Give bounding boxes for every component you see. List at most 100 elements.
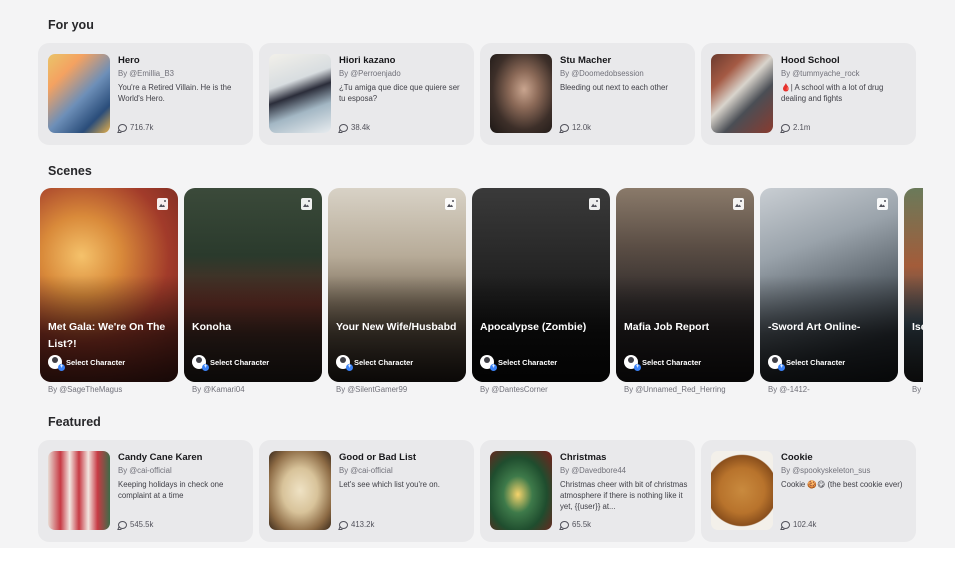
character-card[interactable]: Cookie By @spookyskeleton_sus Cookie 🍪😋 …	[701, 440, 916, 542]
select-character-button[interactable]: + Select Character	[192, 355, 269, 371]
select-character-label: Select Character	[66, 357, 126, 367]
plus-icon: +	[490, 364, 497, 371]
character-card[interactable]: Good or Bad List By @cai-official Let's …	[259, 440, 474, 542]
chat-count: 545.5k	[118, 520, 153, 529]
scene-author: By @SageTheMagus	[48, 385, 123, 394]
select-character-button[interactable]: + Select Character	[48, 355, 126, 371]
chat-count: 12.0k	[560, 123, 591, 132]
scene-card[interactable]: Your New Wife/Husbabd + Select Character	[328, 188, 466, 382]
character-description: Christmas cheer with bit of christmas at…	[560, 480, 688, 511]
plus-icon: +	[202, 364, 209, 371]
scene-card[interactable]: Mafia Job Report + Select Character	[616, 188, 754, 382]
character-description: You're a Retired Villain. He is the Worl…	[118, 83, 232, 103]
scene-title: Your New Wife/Husbabd	[336, 321, 457, 333]
character-author: By @Emillia_B3	[118, 69, 175, 78]
character-description: ¿Tu amiga que dice que quiere ser tu esp…	[339, 83, 460, 103]
chat-bubble-icon	[339, 123, 348, 132]
home-feed: For you Hero By @Emillia_B3 You're a Ret…	[0, 0, 955, 548]
scenes-carousel[interactable]: Met Gala: We're On The List?! + Select C…	[40, 188, 923, 398]
scene-card[interactable]: Konoha + Select Character	[184, 188, 322, 382]
character-description: Let's see which list you're on.	[339, 480, 440, 489]
select-character-button[interactable]: + Select Character	[336, 355, 414, 371]
scene-author: By @-1412-	[768, 385, 810, 394]
scene-author: By @DantesCorner	[480, 385, 548, 394]
character-author: By @cai-official	[339, 466, 393, 475]
featured-row: Candy Cane Karen By @cai-official Keepin…	[38, 440, 916, 542]
image-icon	[589, 198, 600, 210]
scene-card[interactable]: Met Gala: We're On The List?! + Select C…	[40, 188, 178, 382]
plus-icon: +	[634, 364, 641, 371]
user-avatar-icon: +	[768, 355, 785, 371]
character-card[interactable]: Christmas By @Davedbore44 Christmas chee…	[480, 440, 695, 542]
character-description: Bleeding out next to each other	[560, 83, 668, 92]
character-avatar	[711, 451, 773, 530]
select-character-button[interactable]: + Select Character	[624, 355, 701, 371]
image-icon	[733, 198, 744, 210]
character-author: By @cai-official	[118, 466, 172, 475]
chat-bubble-icon	[560, 123, 569, 132]
character-avatar	[490, 54, 552, 133]
character-card[interactable]: Hood School By @tummyache_rock 🩸| A scho…	[701, 43, 916, 145]
user-avatar-icon: +	[48, 355, 65, 371]
chat-count-value: 12.0k	[572, 123, 592, 132]
user-avatar-icon: +	[336, 355, 353, 371]
character-description: Cookie 🍪😋 (the best cookie ever)	[781, 480, 903, 489]
character-description: Keeping holidays in check one complaint …	[118, 480, 224, 500]
scene-title: Met Gala: We're On The List?!	[48, 321, 166, 350]
character-card[interactable]: Stu Macher By @Doomedobsession Bleeding …	[480, 43, 695, 145]
character-avatar	[269, 451, 331, 530]
chat-count: 2.1m	[781, 123, 810, 132]
character-card[interactable]: Hiori kazano By @Perroenjado ¿Tu amiga q…	[259, 43, 474, 145]
character-name: Candy Cane Karen	[118, 452, 203, 463]
character-avatar	[48, 451, 110, 530]
section-title-for-you: For you	[48, 18, 94, 32]
scene-author: By @Unnamed_Red_Herring	[624, 385, 726, 394]
scene-card[interactable]: Apocalypse (Zombie) + Select Character	[472, 188, 610, 382]
select-character-label: Select Character	[354, 357, 414, 367]
chat-bubble-icon	[118, 123, 127, 132]
chat-count: 716.7k	[118, 123, 153, 132]
image-icon	[445, 198, 456, 210]
character-avatar	[269, 54, 331, 133]
scene-author: By @SilentGamer99	[336, 385, 408, 394]
chat-count-value: 65.5k	[572, 520, 592, 529]
character-author: By @tummyache_rock	[781, 69, 860, 78]
plus-icon: +	[778, 364, 785, 371]
character-avatar	[490, 451, 552, 530]
character-card[interactable]: Hero By @Emillia_B3 You're a Retired Vil…	[38, 43, 253, 145]
character-name: Hood School	[781, 55, 840, 66]
character-name: Stu Macher	[560, 55, 612, 66]
character-name: Hero	[118, 55, 140, 66]
character-name: Cookie	[781, 452, 813, 463]
chat-count: 102.4k	[781, 520, 816, 529]
character-description: 🩸| A school with a lot of drug dealing a…	[781, 83, 884, 103]
image-icon	[301, 198, 312, 210]
character-author: By @spookyskeleton_sus	[781, 466, 871, 475]
chat-bubble-icon	[560, 520, 569, 529]
scene-card[interactable]: -Sword Art Online- + Select Character	[760, 188, 898, 382]
image-icon	[877, 198, 888, 210]
chat-count-value: 545.5k	[130, 520, 154, 529]
chat-bubble-icon	[118, 520, 127, 529]
plus-icon: +	[58, 364, 65, 371]
for-you-row: Hero By @Emillia_B3 You're a Retired Vil…	[38, 43, 916, 145]
chat-count: 413.2k	[339, 520, 374, 529]
chat-count-value: 716.7k	[130, 123, 154, 132]
character-name: Hiori kazano	[339, 55, 396, 66]
select-character-label: Select Character	[498, 357, 558, 367]
scene-card[interactable]: Ise Of	[904, 188, 923, 382]
character-author: By @Doomedobsession	[560, 69, 644, 78]
character-avatar	[48, 54, 110, 133]
character-name: Christmas	[560, 452, 607, 463]
chat-count-value: 2.1m	[793, 123, 811, 132]
character-avatar	[711, 54, 773, 133]
scene-author: By @Kamari04	[192, 385, 245, 394]
select-character-button[interactable]: + Select Character	[768, 355, 845, 371]
character-author: By @Perroenjado	[339, 69, 401, 78]
user-avatar-icon: +	[480, 355, 497, 371]
character-card[interactable]: Candy Cane Karen By @cai-official Keepin…	[38, 440, 253, 542]
scene-author: By	[912, 385, 922, 394]
chat-count: 38.4k	[339, 123, 370, 132]
scene-title: -Sword Art Online-	[768, 321, 861, 333]
select-character-button[interactable]: + Select Character	[480, 355, 558, 371]
